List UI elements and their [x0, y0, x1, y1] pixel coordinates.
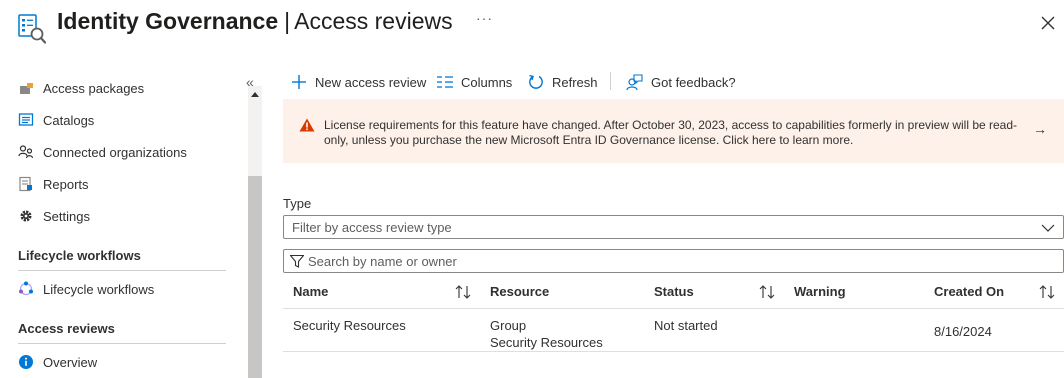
gear-icon: [18, 208, 34, 224]
license-notice-banner[interactable]: License requirements for this feature ha…: [283, 99, 1064, 163]
section-divider: [18, 343, 226, 344]
type-filter-dropdown[interactable]: Filter by access review type: [283, 215, 1064, 239]
columns-label: Columns: [461, 74, 513, 90]
refresh-label: Refresh: [552, 74, 598, 90]
column-header-resource[interactable]: Resource: [490, 284, 549, 299]
page-title: Identity Governance | Access reviews: [57, 8, 453, 35]
page-header: Identity Governance | Access reviews ···: [0, 0, 1064, 50]
catalogs-icon: [18, 112, 34, 128]
page-title-main: Identity Governance: [57, 8, 279, 34]
sidebar-item-label: Overview: [43, 354, 98, 370]
cell-name[interactable]: Security Resources: [293, 318, 406, 334]
identity-governance-icon: [18, 14, 47, 44]
arrow-right-icon[interactable]: →: [1033, 121, 1047, 137]
warning-icon: [299, 118, 315, 135]
title-separator: |: [284, 8, 291, 34]
search-input[interactable]: [308, 252, 1048, 270]
table-header-divider: [283, 308, 1064, 309]
sidebar-item-label: Access packages: [43, 80, 145, 96]
sort-icon[interactable]: [1038, 285, 1056, 302]
columns-icon: [437, 76, 453, 88]
chevron-down-icon: [1041, 221, 1055, 236]
refresh-icon: [529, 74, 543, 89]
sort-icon[interactable]: [454, 285, 472, 302]
columns-button[interactable]: Columns: [437, 70, 512, 94]
scroll-up-icon[interactable]: [251, 92, 259, 97]
sidebar-item-label: Settings: [43, 208, 90, 224]
new-access-review-button[interactable]: New access review: [291, 70, 426, 94]
page-title-sub: Access reviews: [294, 8, 453, 34]
sidebar-item-connected-organizations[interactable]: Connected organizations: [18, 141, 187, 163]
access-packages-icon: [18, 80, 34, 96]
plus-icon: [292, 75, 306, 89]
sidebar-item-access-packages[interactable]: Access packages: [18, 77, 144, 99]
filter-icon: [289, 254, 305, 271]
column-header-created-on[interactable]: Created On: [934, 284, 1004, 299]
section-heading-access-reviews: Access reviews: [18, 321, 115, 336]
section-divider: [18, 270, 226, 271]
new-access-review-label: New access review: [315, 74, 427, 90]
cell-status: Not started: [654, 318, 718, 333]
sidebar-item-label: Catalogs: [43, 112, 95, 128]
sidebar: « Access packages Catalogs Connected org…: [0, 70, 262, 378]
search-box[interactable]: [283, 249, 1064, 273]
connected-organizations-icon: [18, 144, 34, 160]
type-filter-label: Type: [283, 196, 312, 211]
close-icon[interactable]: [1038, 13, 1058, 33]
sidebar-item-lifecycle-workflows[interactable]: Lifecycle workflows: [18, 278, 154, 300]
sidebar-item-label: Lifecycle workflows: [43, 281, 155, 297]
reports-icon: [18, 176, 34, 192]
column-header-warning[interactable]: Warning: [794, 284, 846, 299]
column-header-status[interactable]: Status: [654, 284, 694, 299]
sidebar-item-catalogs[interactable]: Catalogs: [18, 109, 94, 131]
type-filter-placeholder: Filter by access review type: [292, 220, 452, 235]
info-icon: [18, 354, 34, 370]
sidebar-item-overview[interactable]: Overview: [18, 351, 97, 373]
scrollbar-thumb[interactable]: [248, 176, 262, 378]
more-options-button[interactable]: ···: [476, 10, 493, 26]
cell-resource-name: Security Resources: [490, 335, 603, 350]
sidebar-item-settings[interactable]: Settings: [18, 205, 90, 227]
sidebar-item-label: Connected organizations: [43, 144, 187, 160]
lifecycle-icon: [18, 281, 34, 297]
cell-created-on: 8/16/2024: [934, 324, 992, 339]
sidebar-item-reports[interactable]: Reports: [18, 173, 89, 195]
feedback-label: Got feedback?: [651, 74, 736, 90]
section-heading-lifecycle-workflows: Lifecycle workflows: [18, 248, 141, 263]
sidebar-item-label: Reports: [43, 176, 89, 192]
refresh-button[interactable]: Refresh: [528, 70, 598, 94]
feedback-button[interactable]: Got feedback?: [626, 70, 736, 94]
table-row-divider: [283, 351, 1064, 352]
license-notice-text: License requirements for this feature ha…: [324, 118, 1018, 147]
toolbar-divider: [610, 72, 611, 90]
column-header-name[interactable]: Name: [293, 284, 328, 299]
cell-resource-type: Group: [490, 318, 527, 333]
sort-icon[interactable]: [758, 285, 776, 302]
feedback-icon: [626, 73, 643, 90]
